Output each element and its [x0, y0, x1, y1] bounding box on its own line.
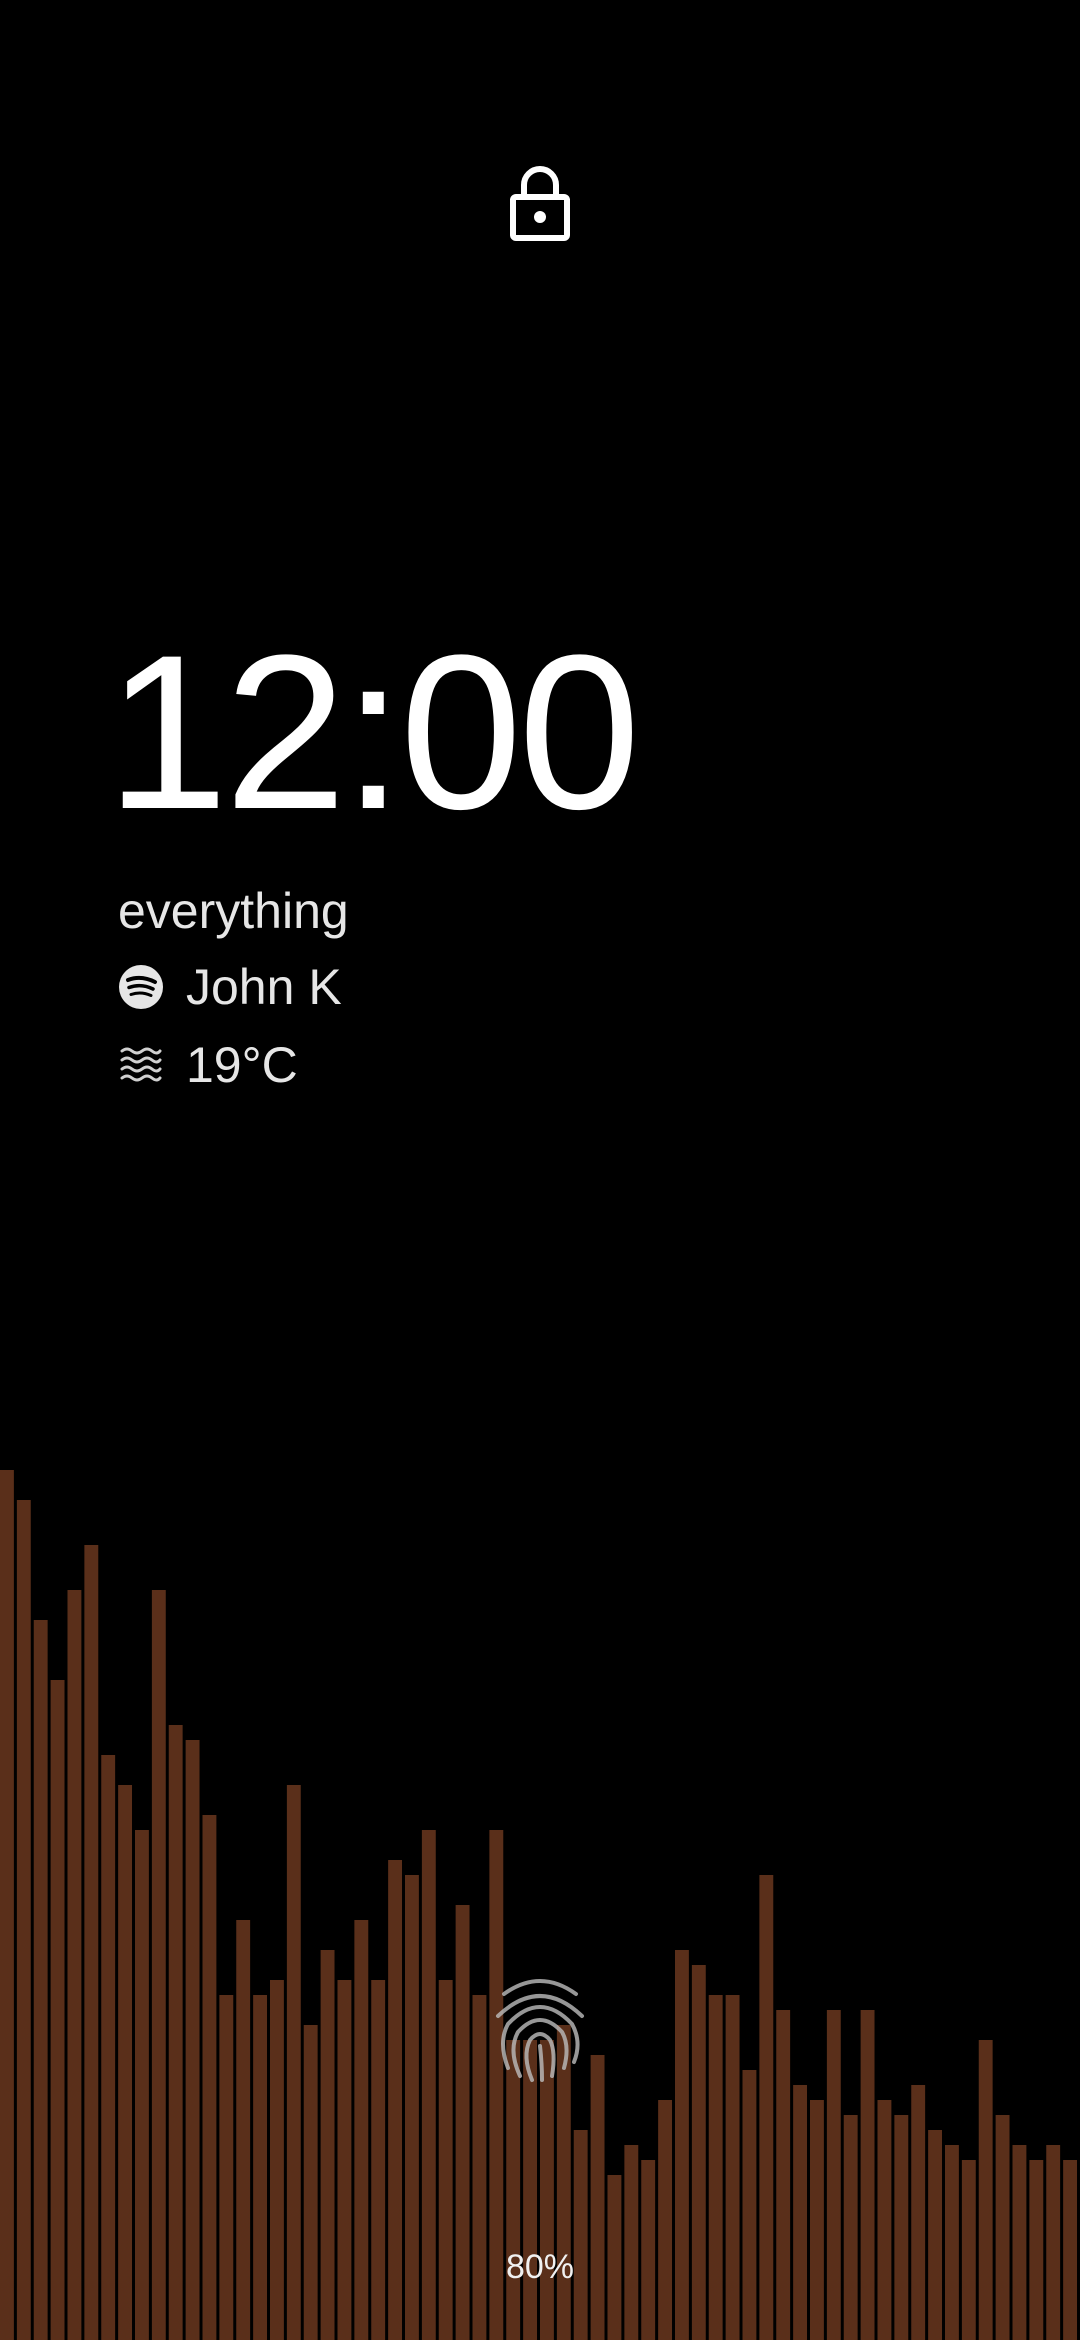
- visualizer-bar: [742, 2070, 757, 2340]
- visualizer-bar: [826, 2010, 841, 2340]
- visualizer-bar: [894, 2115, 909, 2340]
- visualizer-bar: [877, 2100, 892, 2340]
- visualizer-bar: [995, 2115, 1010, 2340]
- visualizer-bar: [590, 2055, 605, 2340]
- visualizer-bar: [843, 2115, 858, 2340]
- fingerprint-icon[interactable]: [490, 1972, 590, 2084]
- visualizer-bar: [1012, 2145, 1027, 2340]
- visualizer-bar: [67, 1590, 82, 2340]
- visualizer-bar: [928, 2130, 943, 2340]
- media-artist: John K: [186, 959, 342, 1015]
- visualizer-bar: [810, 2100, 824, 2340]
- visualizer-bar: [911, 2085, 926, 2340]
- visualizer-bar: [793, 2085, 808, 2340]
- visualizer-bar: [978, 2040, 993, 2340]
- visualizer-bar: [573, 2130, 588, 2340]
- battery-level: 80%: [505, 2248, 575, 2286]
- haze-icon: [120, 1047, 162, 1082]
- lock-icon: [510, 166, 570, 241]
- visualizer-bar: [708, 1995, 723, 2340]
- visualizer-bar: [303, 2025, 318, 2340]
- visualizer-bar: [0, 1470, 14, 2340]
- visualizer-bar: [472, 1995, 487, 2340]
- visualizer-bar: [50, 1680, 65, 2340]
- visualizer-bar: [1046, 2145, 1061, 2340]
- visualizer-bar: [219, 1995, 234, 2340]
- media-title: everything: [118, 883, 349, 939]
- media-artist-row: John K: [118, 958, 342, 1016]
- visualizer-bar: [725, 1995, 740, 2340]
- visualizer-bar: [84, 1545, 99, 2340]
- visualizer-bar: [151, 1590, 166, 2340]
- visualizer-bar: [624, 2145, 639, 2340]
- weather-row: 19°C: [118, 1036, 298, 1094]
- visualizer-bar: [33, 1620, 48, 2340]
- visualizer-bar: [860, 2010, 875, 2340]
- clock-time: 12:00: [106, 609, 641, 855]
- visualizer-bar: [506, 2040, 521, 2340]
- visualizer-bar: [16, 1500, 31, 2340]
- weather-temperature: 19°C: [186, 1037, 298, 1093]
- visualizer-bar: [776, 2010, 791, 2340]
- visualizer-bar: [540, 2040, 554, 2340]
- visualizer-bar: [658, 2100, 673, 2340]
- spotify-icon: [119, 965, 163, 1009]
- visualizer-bar: [945, 2145, 959, 2340]
- visualizer-bar: [253, 1995, 268, 2340]
- visualizer-bar: [523, 2040, 538, 2340]
